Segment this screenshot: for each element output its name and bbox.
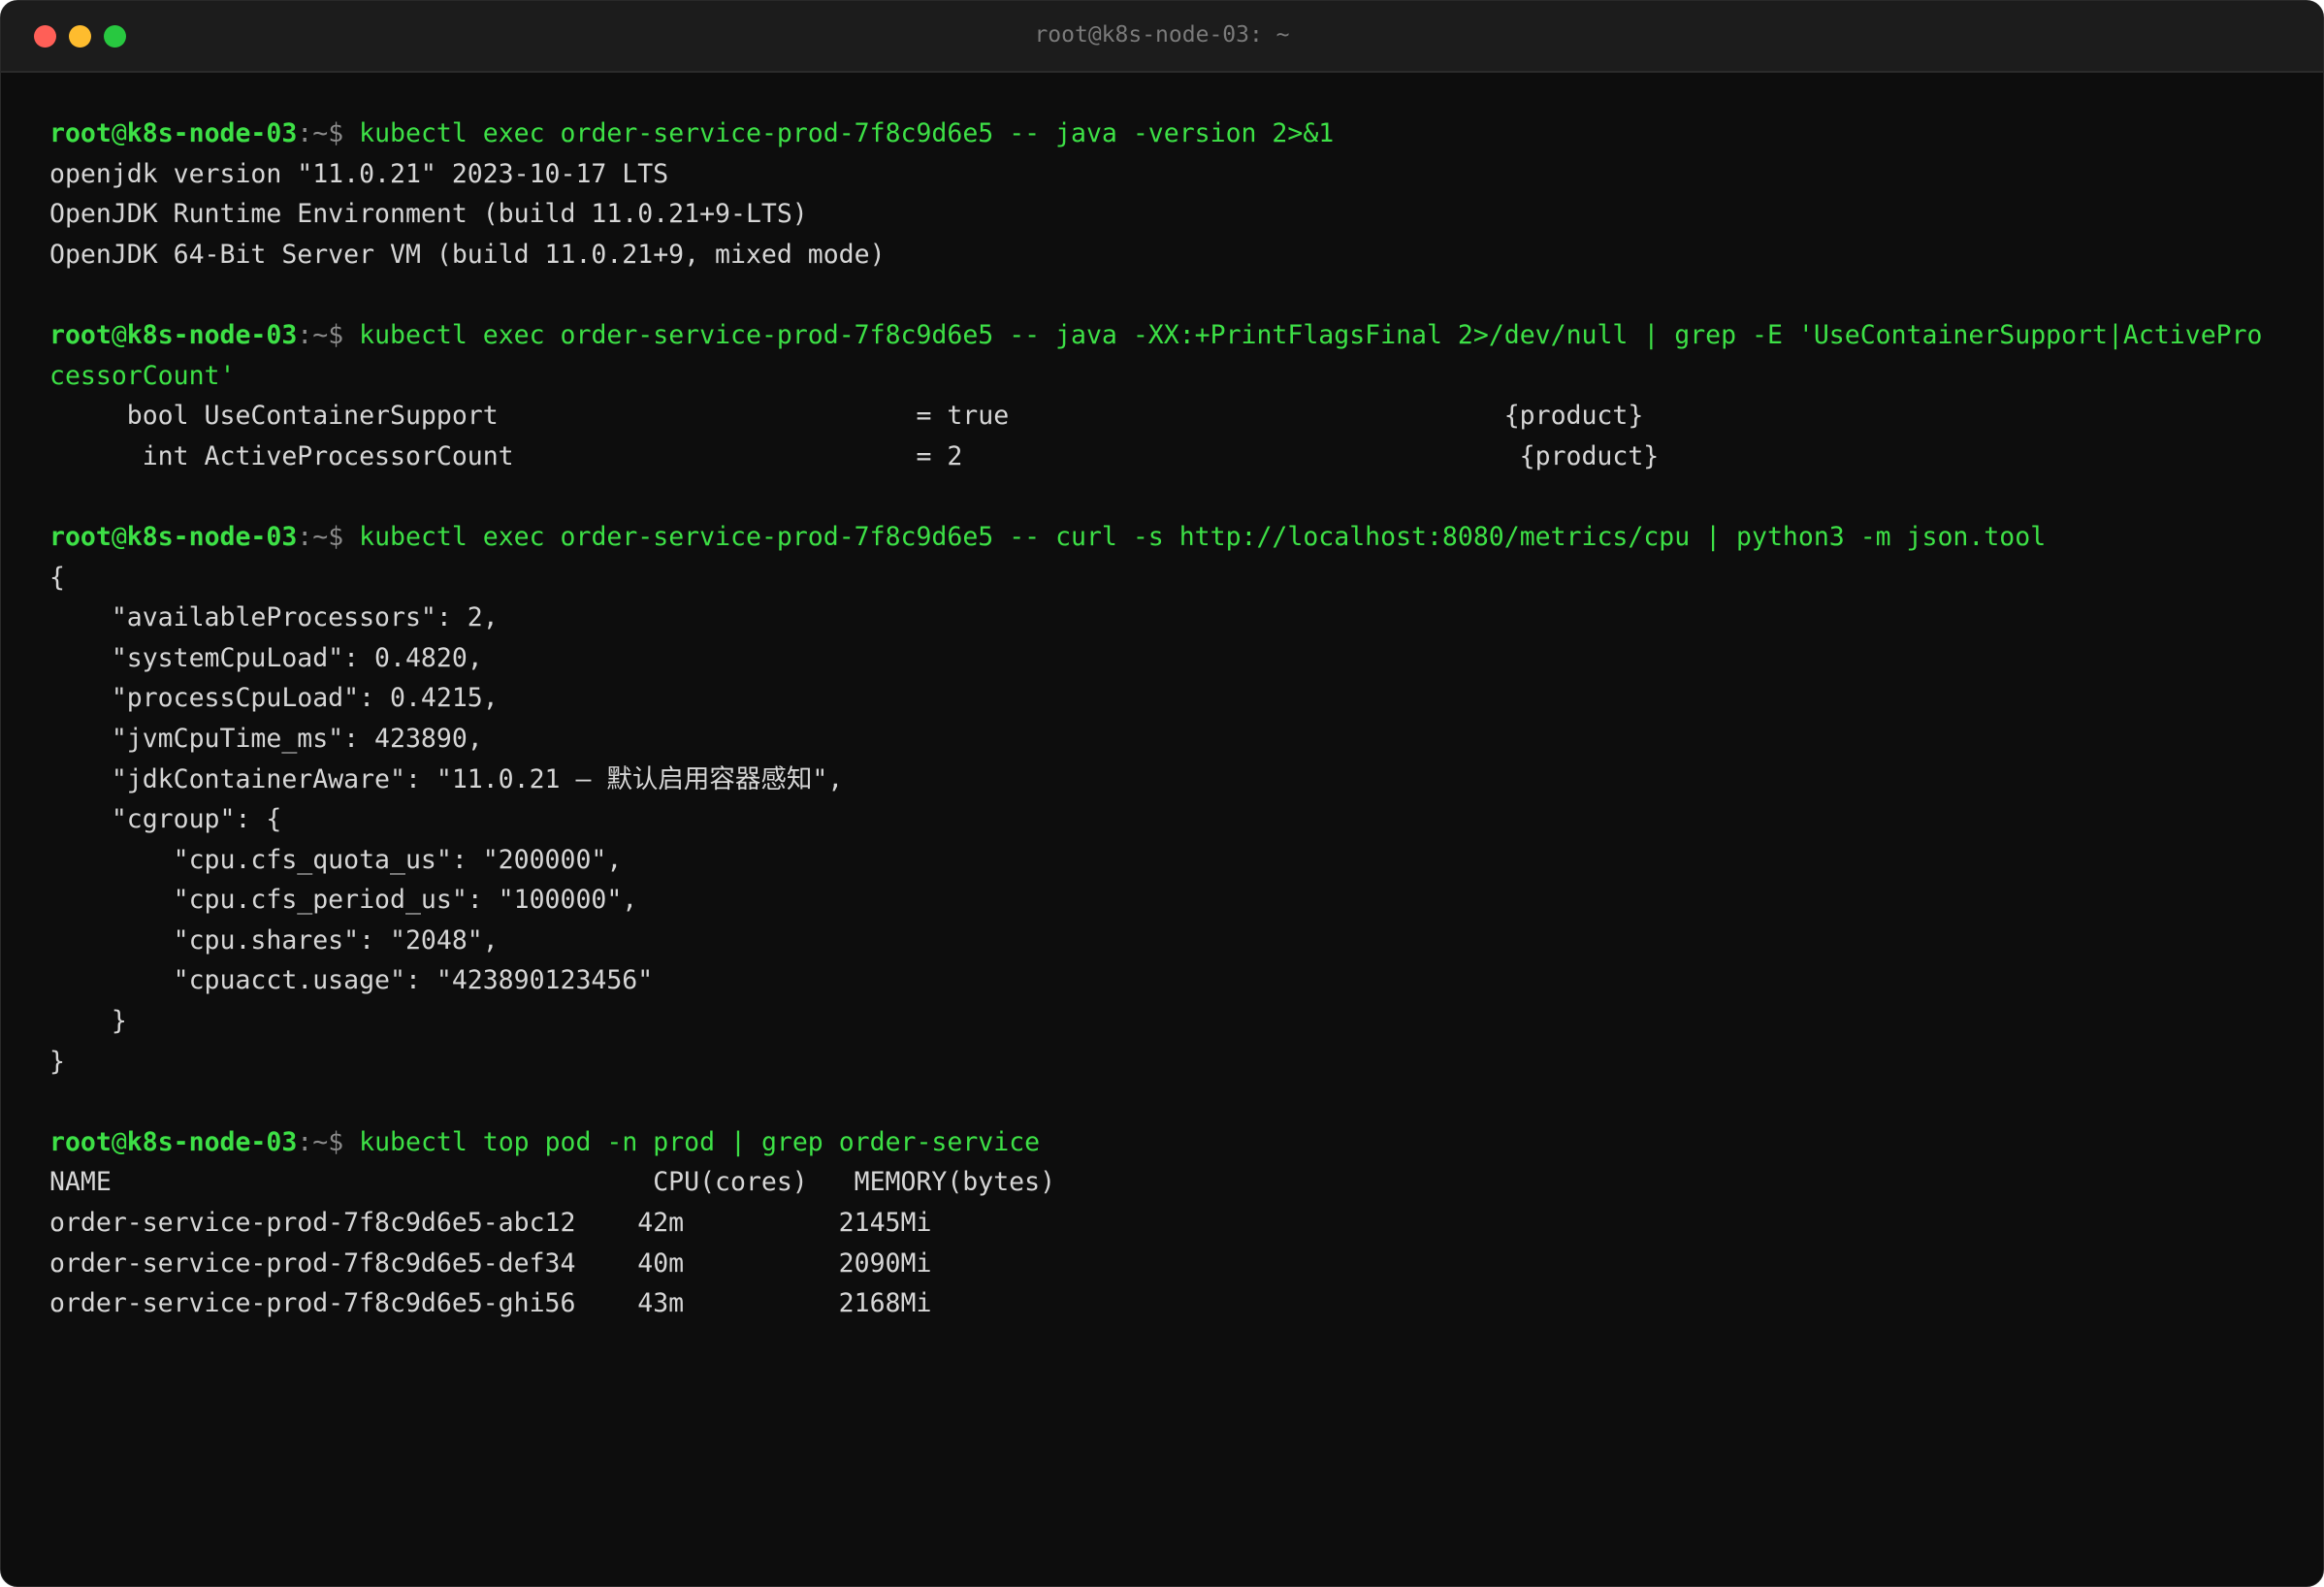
prompt-path: :~$: [297, 521, 360, 552]
json-line: {: [49, 562, 65, 593]
prompt-user: root: [49, 1126, 112, 1157]
window-title: root@k8s-node-03: ~: [1034, 22, 1290, 48]
table-row: order-service-prod-7f8c9d6e5-abc12 42m 2…: [49, 1208, 932, 1239]
prompt-host: k8s-node-03: [126, 1126, 298, 1157]
json-line: "processCpuLoad": 0.4215,: [49, 683, 499, 714]
json-line: }: [49, 1046, 65, 1077]
command-text: kubectl exec order-service-prod-7f8c9d6e…: [359, 319, 2263, 350]
output-line: openjdk version "11.0.21" 2023-10-17 LTS: [49, 158, 669, 189]
terminal-output[interactable]: root@k8s-node-03:~$ kubectl exec order-s…: [49, 113, 2290, 1324]
table-row: order-service-prod-7f8c9d6e5-ghi56 43m 2…: [49, 1288, 932, 1319]
json-line: "systemCpuLoad": 0.4820,: [49, 642, 483, 673]
prompt-host: k8s-node-03: [126, 319, 298, 350]
json-line: "jvmCpuTime_ms": 423890,: [49, 723, 483, 754]
prompt-path: :~$: [297, 319, 360, 350]
output-line: bool UseContainerSupport = true {product…: [49, 401, 1644, 432]
command-text: kubectl exec order-service-prod-7f8c9d6e…: [359, 521, 2047, 552]
prompt-user: root: [49, 118, 112, 148]
table-header: NAME CPU(cores) MEMORY(bytes): [49, 1167, 1056, 1198]
prompt-at: @: [111, 1126, 127, 1157]
json-line: "cpuacct.usage": "423890123456": [49, 965, 654, 996]
json-line: }: [49, 1006, 127, 1037]
output-line: OpenJDK 64-Bit Server VM (build 11.0.21+…: [49, 239, 886, 270]
prompt-line: root@k8s-node-03:~$ kubectl exec order-s…: [49, 113, 2290, 154]
command-text: kubectl exec order-service-prod-7f8c9d6e…: [359, 118, 1335, 148]
prompt-line: root@k8s-node-03:~$ kubectl top pod -n p…: [49, 1122, 2290, 1163]
prompt-host: k8s-node-03: [126, 118, 298, 148]
json-line: "cpu.cfs_period_us": "100000",: [49, 885, 638, 916]
json-line: "jdkContainerAware": "11.0.21 — 默认启用容器感知…: [49, 763, 844, 794]
prompt-path: :~$: [297, 118, 360, 148]
json-line: "cpu.shares": "2048",: [49, 924, 499, 955]
prompt-host: k8s-node-03: [126, 521, 298, 552]
terminal-window: root@k8s-node-03: ~ root@k8s-node-03:~$ …: [0, 0, 2324, 1587]
output-line: int ActiveProcessorCount = 2 {product}: [49, 440, 1660, 471]
prompt-user: root: [49, 521, 112, 552]
command-wrap-line: cessorCount': [49, 360, 236, 391]
prompt-user: root: [49, 319, 112, 350]
prompt-line: root@k8s-node-03:~$ kubectl exec order-s…: [49, 315, 2290, 356]
prompt-at: @: [111, 118, 127, 148]
title-bar: root@k8s-node-03: ~: [1, 1, 2323, 73]
output-line: OpenJDK Runtime Environment (build 11.0.…: [49, 199, 808, 230]
json-line: "availableProcessors": 2,: [49, 602, 499, 633]
json-line: "cpu.cfs_quota_us": "200000",: [49, 844, 623, 875]
prompt-path: :~$: [297, 1126, 360, 1157]
prompt-line: root@k8s-node-03:~$ kubectl exec order-s…: [49, 517, 2290, 558]
table-row: order-service-prod-7f8c9d6e5-def34 40m 2…: [49, 1247, 932, 1279]
prompt-at: @: [111, 319, 127, 350]
prompt-at: @: [111, 521, 127, 552]
command-text: kubectl top pod -n prod | grep order-ser…: [359, 1126, 1041, 1157]
json-line: "cgroup": {: [49, 804, 282, 835]
